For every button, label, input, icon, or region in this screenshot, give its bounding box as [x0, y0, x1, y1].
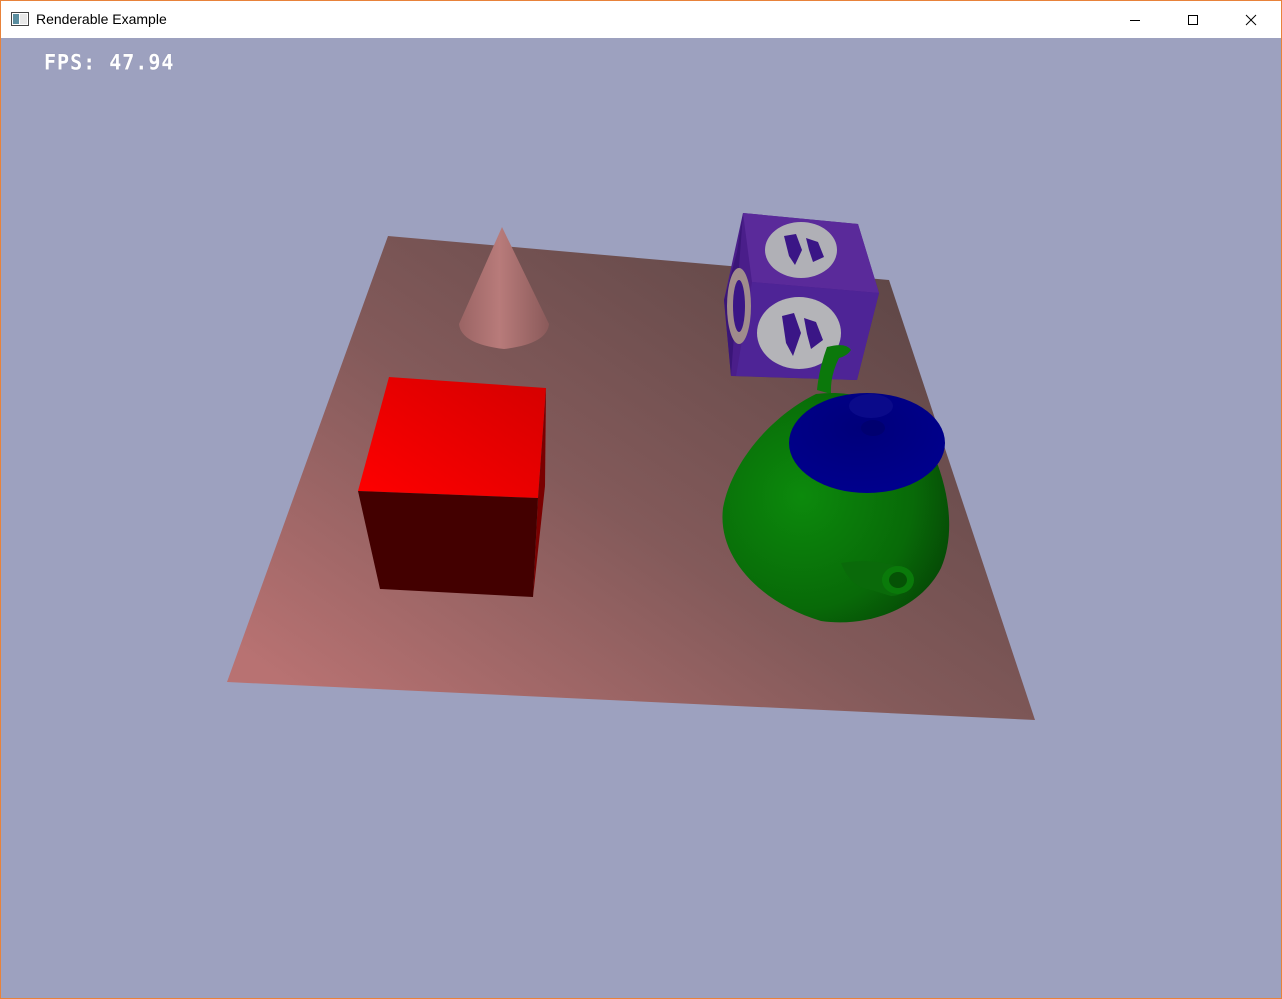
- app-icon: [11, 12, 29, 26]
- title-bar[interactable]: Renderable Example: [1, 1, 1281, 38]
- close-button[interactable]: [1222, 1, 1280, 38]
- close-icon: [1245, 14, 1257, 25]
- maximize-icon: [1188, 14, 1198, 25]
- textured-crate: [724, 213, 879, 380]
- window-title: Renderable Example: [36, 11, 167, 27]
- fps-counter: FPS: 47.94: [44, 49, 175, 75]
- scene-canvas: [227, 213, 1035, 720]
- maximize-button[interactable]: [1164, 1, 1222, 38]
- render-viewport[interactable]: FPS: 47.94: [1, 38, 1281, 998]
- minimize-button[interactable]: [1106, 1, 1164, 38]
- app-window: Renderable Example FPS: 47.94: [0, 0, 1282, 999]
- minimize-icon: [1130, 19, 1140, 21]
- red-cube: [358, 377, 546, 597]
